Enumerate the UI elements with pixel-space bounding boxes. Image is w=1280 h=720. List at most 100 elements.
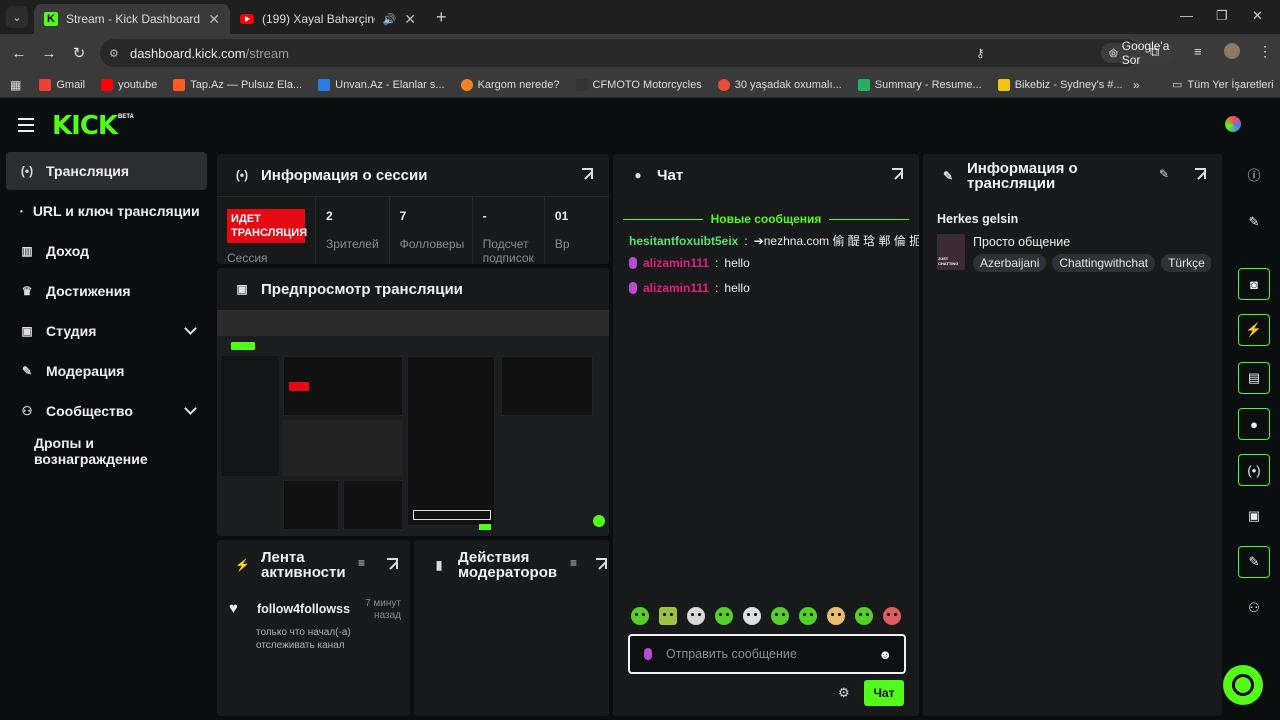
emote-icon[interactable] xyxy=(827,607,845,625)
kick-logo[interactable]: KICK xyxy=(52,111,118,141)
site-info-icon[interactable]: ⚙ xyxy=(109,47,119,60)
beta-label: BETA xyxy=(118,114,134,120)
book-icon xyxy=(717,78,730,91)
popout-icon[interactable] xyxy=(596,558,607,569)
popout-icon[interactable] xyxy=(582,168,593,179)
camera-scan-icon[interactable]: ◙ xyxy=(1238,268,1270,300)
category-thumbnail[interactable]: JUST CHATTING xyxy=(937,234,965,270)
chat-message-input[interactable]: Отправить сообщение ☻ xyxy=(628,634,906,674)
bookmark-label: youtube xyxy=(118,78,158,91)
notes-icon[interactable]: ▤ xyxy=(1238,362,1270,394)
sidebar-item-stream[interactable]: (•) Трансляция xyxy=(6,152,207,190)
community-icon[interactable]: ⚇ xyxy=(1238,592,1270,624)
emote-icon[interactable] xyxy=(771,607,789,625)
bookmark-kargom[interactable]: Kargom nerede? xyxy=(460,78,560,91)
chat-settings-icon[interactable]: ⚙ xyxy=(838,685,850,701)
emote-icon[interactable] xyxy=(715,607,733,625)
all-bookmarks-folder[interactable]: ▭ Tüm Yer İşaretleri xyxy=(1172,78,1274,92)
more-bookmarks-icon[interactable]: » xyxy=(1133,78,1140,92)
chat-username[interactable]: hesitantfoxuibt5eix xyxy=(629,234,738,248)
bookmark-summary[interactable]: Summary - Resume... xyxy=(857,78,982,91)
user-avatar[interactable] xyxy=(1225,116,1241,132)
popout-icon[interactable] xyxy=(892,168,903,179)
close-window-icon[interactable]: ✕ xyxy=(1252,8,1263,24)
bookmark-youtube[interactable]: youtube xyxy=(101,78,158,91)
new-tab-button[interactable]: + xyxy=(436,7,447,28)
bookmark-cfmoto[interactable]: CFMOTO Motorcycles xyxy=(575,78,702,91)
support-chat-button[interactable] xyxy=(1223,665,1263,705)
speaker-icon[interactable]: 🔊 xyxy=(383,13,397,26)
chat-username[interactable]: alizamin111 xyxy=(643,281,709,295)
chevron-down-icon[interactable] xyxy=(184,402,197,415)
bookmark-star-icon[interactable]: ☆ xyxy=(1108,45,1120,61)
edit-pencil-icon[interactable]: ✎ xyxy=(1238,206,1270,238)
bookmark-gmail[interactable]: Gmail xyxy=(39,78,85,91)
tab-youtube[interactable]: (199) Xayal Bahərçinov — X 🔊 ✕ xyxy=(230,4,426,34)
bookmark-tapaz[interactable]: Tap.Az — Pulsuz Ela... xyxy=(173,78,302,91)
sidebar-item-label: Дропы и вознаграждение xyxy=(34,435,148,467)
stream-title: Herkes gelsin xyxy=(937,212,1019,226)
sidebar-item-revenue[interactable]: ▥ Доход xyxy=(6,232,207,270)
tag[interactable]: Chattingwithchat xyxy=(1052,254,1156,272)
chat-username[interactable]: alizamin111 xyxy=(643,256,709,270)
extensions-icon[interactable]: ⧉ xyxy=(1150,44,1159,60)
sidebar-item-studio[interactable]: ▣ Студия xyxy=(6,312,207,350)
filter-icon[interactable]: ≡ xyxy=(570,556,577,570)
tab-search-dropdown[interactable]: ⌄ xyxy=(6,6,28,28)
sidebar-item-url-key[interactable]: • URL и ключ трансляции xyxy=(6,192,207,230)
gmail-icon xyxy=(39,78,52,91)
session-info-panel: (•) Информация о сессии ИДЕТ ТРАНСЛЯЦИЯ … xyxy=(217,154,609,264)
emote-icon[interactable] xyxy=(743,607,761,625)
info-icon[interactable]: ⓘ xyxy=(1238,158,1270,190)
wrench-icon[interactable]: ✎ xyxy=(1238,546,1270,578)
sidebar-item-drops[interactable]: Дропы и вознаграждение xyxy=(6,432,207,470)
chat-bubble-icon[interactable]: ● xyxy=(1238,408,1270,440)
stream-preview-video[interactable] xyxy=(217,310,609,536)
stream-info-panel: ✎ Информация о трансляции ✎ Herkes gelsi… xyxy=(923,154,1222,716)
reload-icon[interactable]: ↻ xyxy=(64,44,94,62)
media-controls-icon[interactable]: ≡ xyxy=(1194,44,1202,59)
tab-title: Stream - Kick Dashboard xyxy=(66,12,201,26)
emote-icon[interactable] xyxy=(799,607,817,625)
password-key-icon[interactable]: ⚷ xyxy=(976,46,985,60)
forward-icon[interactable]: → xyxy=(34,45,64,62)
maximize-icon[interactable]: ❐ xyxy=(1216,8,1228,24)
stat-value: 01 xyxy=(554,209,569,223)
emote-icon[interactable] xyxy=(631,607,649,625)
close-tab-icon[interactable]: ✕ xyxy=(208,11,220,28)
broadcast-icon[interactable]: (•) xyxy=(1238,454,1270,486)
video-icon[interactable]: ▣ xyxy=(1238,500,1270,532)
back-icon[interactable]: ← xyxy=(4,45,34,62)
popout-icon[interactable] xyxy=(1195,168,1206,179)
live-status: ИДЕТ ТРАНСЛЯЦИЯ Сессия xyxy=(217,197,316,264)
filter-icon[interactable]: ≡ xyxy=(358,556,365,570)
browser-menu-icon[interactable]: ⋮ xyxy=(1258,43,1272,60)
send-chat-button[interactable]: Чат xyxy=(864,680,904,706)
url-input[interactable]: ⚙ dashboard.kick.com/stream ⚷ ◎ Google'a… xyxy=(100,39,1178,67)
emote-icon[interactable] xyxy=(883,607,901,625)
tag[interactable]: Azerbaijani xyxy=(973,254,1047,272)
tab-kick-dashboard[interactable]: K Stream - Kick Dashboard ✕ xyxy=(34,4,230,34)
bookmark-30-yasadak[interactable]: 30 yaşadak oxumalı... xyxy=(717,78,842,91)
sidebar-item-community[interactable]: ⚇ Сообщество xyxy=(6,392,207,430)
category-name[interactable]: Просто общение xyxy=(973,235,1070,249)
emote-icon[interactable] xyxy=(659,607,677,625)
tag[interactable]: Türkçe xyxy=(1161,254,1211,272)
close-tab-icon[interactable]: ✕ xyxy=(404,11,416,28)
emoji-icon[interactable]: ☻ xyxy=(878,647,892,662)
apps-grid-icon[interactable]: ▦ xyxy=(10,78,21,92)
menu-hamburger-icon[interactable] xyxy=(18,118,34,136)
chevron-down-icon[interactable] xyxy=(184,322,197,335)
emote-icon[interactable] xyxy=(687,607,705,625)
bookmark-bikebiz[interactable]: Bikebiz - Sydney's #... xyxy=(997,78,1123,91)
bookmark-unvan[interactable]: Unvan.Az - Elanlar s... xyxy=(318,78,445,91)
edit-pencil-icon[interactable]: ✎ xyxy=(1159,167,1169,181)
sidebar-item-moderation[interactable]: ✎ Модерация xyxy=(6,352,207,390)
popout-icon[interactable] xyxy=(387,558,398,569)
lightning-icon[interactable]: ⚡ xyxy=(1238,314,1270,346)
sidebar-item-achievements[interactable]: ♛ Достижения xyxy=(6,272,207,310)
minimize-icon[interactable]: — xyxy=(1180,8,1193,23)
emote-icon[interactable] xyxy=(855,607,873,625)
bookmark-label: Bikebiz - Sydney's #... xyxy=(1014,78,1123,91)
profile-avatar[interactable] xyxy=(1224,43,1240,59)
